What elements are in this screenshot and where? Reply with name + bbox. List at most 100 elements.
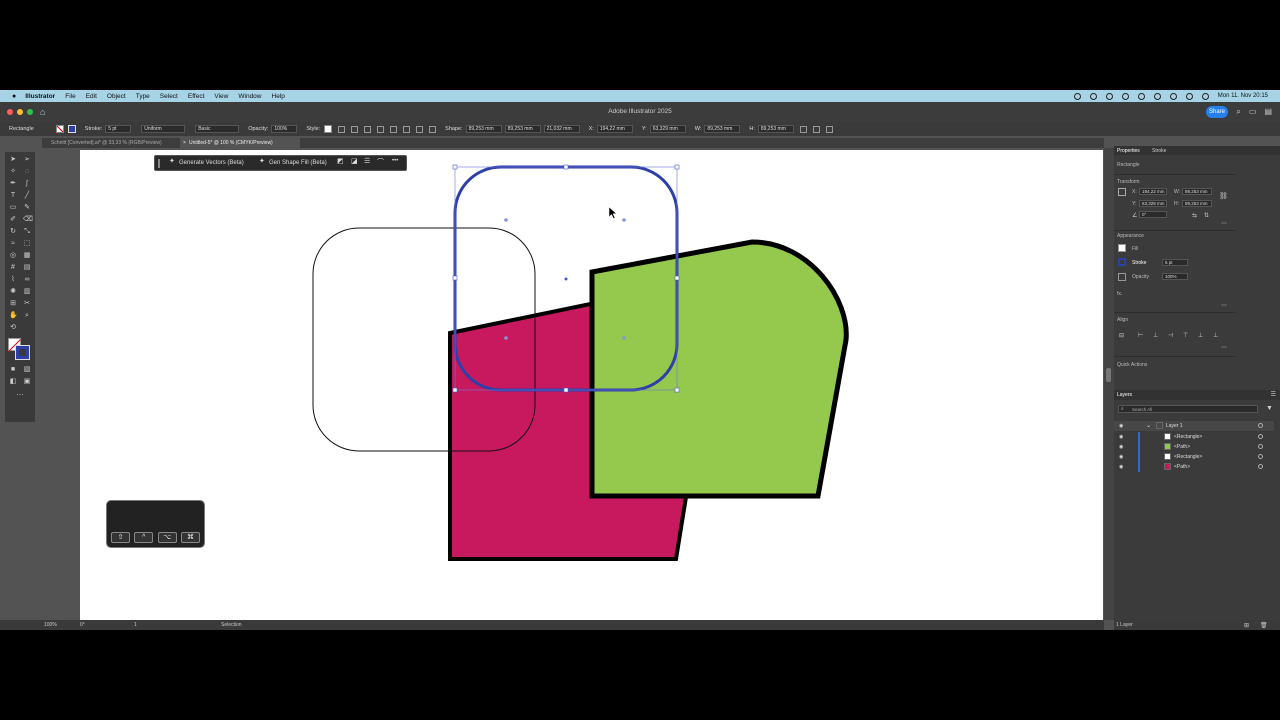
align-left-icon[interactable]: ⊢: [1138, 332, 1143, 339]
rotate-icon: ∠: [1132, 213, 1138, 219]
x-field[interactable]: 194,22 mm: [1139, 188, 1167, 195]
align-heading: Align: [1117, 317, 1129, 323]
opacity-icon: [1118, 273, 1126, 281]
flip-horizontal-icon[interactable]: ⇆: [1192, 212, 1197, 219]
shift-key: ⇧: [111, 532, 130, 543]
gen-shape-fill-icon: ✦: [259, 158, 265, 165]
layer-name[interactable]: <Rectangle>: [1174, 454, 1202, 460]
generate-vectors-button[interactable]: Generate Vectors (Beta): [179, 156, 244, 170]
layer-thumbnail: [1164, 433, 1171, 440]
align-to-selection-icon[interactable]: ⊟: [1119, 332, 1124, 339]
target-icon[interactable]: [1258, 464, 1263, 469]
align-bottom-icon[interactable]: ⊥: [1213, 332, 1218, 339]
h-label: H:: [1174, 201, 1179, 207]
expand-chevron-icon[interactable]: ⌄: [1146, 422, 1151, 429]
command-key: ⌘: [180, 532, 200, 543]
w-label: W:: [1174, 189, 1181, 195]
modifier-keys: ⇧ ^ ⌥ ⌘: [111, 532, 200, 544]
fill-label: Fill: [1132, 246, 1139, 252]
divider: [1114, 312, 1236, 313]
layer-name[interactable]: <Rectangle>: [1174, 434, 1202, 440]
layers-search[interactable]: ⌕ Search All: [1118, 405, 1258, 413]
stroke-weight-field[interactable]: 5 pt: [1162, 259, 1188, 266]
constrain-proportions-icon[interactable]: ⛓: [1219, 192, 1228, 200]
object-type-label: Rectangle: [1117, 162, 1140, 168]
layer-row-layer-1[interactable]: ◉ ⌄ Layer 1: [1114, 421, 1274, 431]
current-tool[interactable]: Selection: [221, 622, 242, 628]
layer-count: 1 Layer: [1116, 622, 1133, 628]
stroke-swatch-icon[interactable]: [1118, 258, 1126, 266]
visibility-eye-icon[interactable]: ◉: [1119, 464, 1123, 470]
control-key: ^: [134, 532, 154, 543]
flip-vertical-icon[interactable]: ⇅: [1204, 212, 1209, 219]
layer-name[interactable]: <Path>: [1174, 464, 1190, 470]
vertical-scrollbar[interactable]: [1104, 148, 1114, 620]
zoom-level[interactable]: 100%: [44, 622, 57, 628]
layer-row-path-2[interactable]: ◉ <Path>: [1114, 462, 1274, 472]
visibility-eye-icon[interactable]: ◉: [1119, 444, 1123, 450]
align-top-icon[interactable]: ⊤: [1183, 332, 1188, 339]
target-icon[interactable]: [1258, 423, 1263, 428]
visibility-eye-icon[interactable]: ◉: [1119, 434, 1123, 440]
layers-search-placeholder: Search All: [1132, 407, 1153, 412]
mouse-cursor-icon: [608, 206, 618, 219]
opacity-field[interactable]: 100%: [1162, 273, 1188, 280]
target-icon[interactable]: [1258, 454, 1263, 459]
artboard-number[interactable]: 1: [134, 622, 137, 628]
target-icon[interactable]: [1258, 444, 1263, 449]
layer-row-rectangle-2[interactable]: ◉ <Rectangle>: [1114, 452, 1274, 462]
layer-thumbnail: [1156, 422, 1163, 429]
tab-properties[interactable]: Properties: [1117, 148, 1140, 154]
search-icon: ⌕: [1121, 406, 1124, 412]
more-options-button[interactable]: •••: [392, 158, 398, 164]
reference-point-icon[interactable]: [1118, 188, 1126, 196]
layer-name[interactable]: <Path>: [1174, 444, 1190, 450]
divider: [1114, 356, 1236, 357]
y-label: Y:: [1132, 201, 1137, 207]
layer-row-path-1[interactable]: ◉ <Path>: [1114, 442, 1274, 452]
screen: ● Illustrator File Edit Object Type Sele…: [0, 90, 1280, 630]
align-right-icon[interactable]: ⊣: [1168, 332, 1173, 339]
layer-color-bar: [1138, 442, 1140, 452]
scroll-thumb[interactable]: [1106, 368, 1111, 382]
fill-swatch-icon[interactable]: [1118, 244, 1126, 252]
drag-handle-icon[interactable]: [158, 159, 160, 168]
panel-menu-icon[interactable]: ☰: [1271, 391, 1276, 398]
green-path[interactable]: [589, 239, 849, 499]
corner-icon[interactable]: ⌒: [377, 157, 384, 167]
layer-thumbnail: [1164, 453, 1171, 460]
rotation-value[interactable]: 0°: [80, 622, 85, 628]
more-align-icon[interactable]: ⋯: [1221, 344, 1227, 351]
h-field[interactable]: 89,253 mm: [1182, 200, 1212, 207]
quick-actions-heading: Quick Actions: [1117, 362, 1148, 368]
fx-button[interactable]: fx.: [1117, 291, 1122, 297]
rotation-field[interactable]: 0°: [1139, 211, 1167, 218]
layer-thumbnail: [1164, 463, 1171, 470]
y-field[interactable]: 63,329 mm: [1139, 200, 1167, 207]
divider: [1114, 230, 1236, 231]
new-layer-icon[interactable]: ⊞: [1244, 622, 1249, 629]
layer-name[interactable]: Layer 1: [1166, 423, 1183, 429]
visibility-eye-icon[interactable]: ◉: [1119, 423, 1123, 429]
visibility-eye-icon[interactable]: ◉: [1119, 454, 1123, 460]
layers-footer: 1 Layer ⊞ 🗑: [1114, 620, 1280, 630]
more-appearance-icon[interactable]: ⋯: [1221, 302, 1227, 309]
artwork[interactable]: [0, 90, 1280, 630]
align-hcenter-icon[interactable]: ⊥: [1153, 332, 1158, 339]
delete-layer-icon[interactable]: 🗑: [1260, 622, 1268, 629]
key-hud: ⇧ ^ ⌥ ⌘: [106, 500, 205, 548]
target-icon[interactable]: [1258, 434, 1263, 439]
align-vcenter-icon[interactable]: ⊥: [1198, 332, 1203, 339]
layer-row-rectangle-1[interactable]: ◉ <Rectangle>: [1114, 432, 1274, 442]
gen-shape-fill-button[interactable]: Gen Shape Fill (Beta): [269, 156, 327, 170]
more-transform-icon[interactable]: ⋯: [1221, 220, 1227, 227]
fill-stroke-icon[interactable]: ◪: [351, 157, 358, 165]
recolor-icon[interactable]: ◩: [337, 157, 344, 165]
align-icon[interactable]: ☰: [364, 157, 370, 165]
w-field[interactable]: 89,253 mm: [1182, 188, 1212, 195]
layers-header: Layers ☰: [1114, 390, 1280, 400]
tab-stroke[interactable]: Stroke: [1152, 148, 1166, 154]
contextual-task-bar: ✦ Generate Vectors (Beta) ✦ Gen Shape Fi…: [154, 155, 407, 171]
filter-icon[interactable]: ▼: [1266, 405, 1273, 412]
status-bar: 100% 0° 1 Selection: [0, 620, 1104, 630]
